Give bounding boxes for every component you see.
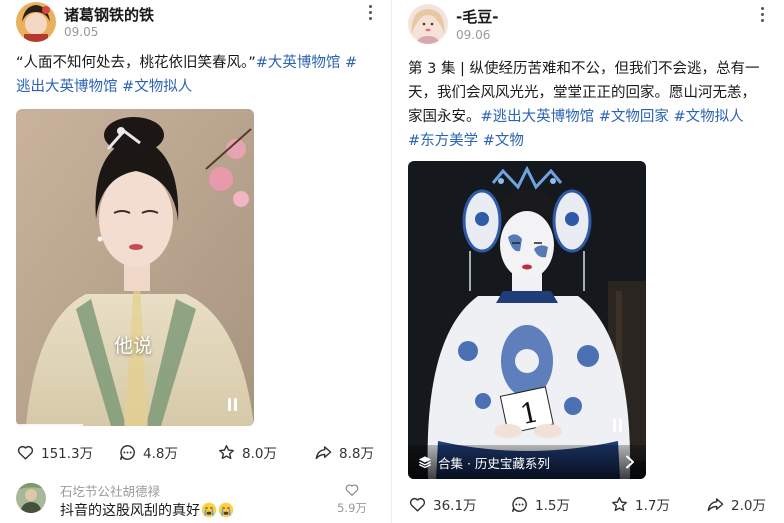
more-options-icon[interactable] — [360, 1, 380, 23]
comment-count: 4.8万 — [143, 446, 178, 462]
commenter-avatar[interactable] — [16, 483, 46, 513]
favorite-button[interactable]: 1.7万 — [610, 494, 670, 514]
hashtag-link[interactable]: # — [340, 55, 357, 71]
comment-button[interactable]: 1.5万 — [510, 494, 570, 514]
collection-bar[interactable]: 合集 · 历史宝藏系列 — [408, 445, 646, 479]
heart-icon — [17, 445, 34, 460]
favorite-count: 8.0万 — [242, 446, 277, 462]
hashtag-link[interactable]: #文物 — [483, 133, 524, 149]
crying-emoji-icon — [201, 502, 217, 518]
content-line: 第 3 集 | 纵使经历苦难和不公，但我们不会逃，总有一 — [408, 57, 774, 81]
content-text: 天，我们会风风光光，堂堂正正的回家。愿山河无恙， — [408, 85, 756, 101]
content-text: “人面不知何处去，桃花依旧笑春风。” — [16, 55, 256, 71]
like-count: 151.3万 — [41, 446, 94, 462]
post-actions: 151.3万 4.8万 8.0万 8.8万 — [16, 442, 378, 464]
like-count: 36.1万 — [433, 498, 477, 514]
comment-author[interactable]: 石圪节公社胡德禄 — [60, 481, 160, 500]
hashtag-link[interactable]: 逃出大英博物馆 — [16, 79, 118, 95]
like-button[interactable]: 151.3万 — [16, 442, 93, 462]
share-icon — [707, 497, 724, 511]
post-video[interactable]: 他说 — [16, 109, 254, 426]
post-content: “人面不知何处去，桃花依旧笑春风。”#大英博物馆 # 逃出大英博物馆 #文物拟人 — [16, 51, 378, 99]
heart-icon — [345, 484, 359, 496]
hashtag-link[interactable]: #文物拟人 — [122, 79, 192, 95]
hashtag-link[interactable]: #文物回家 — [599, 109, 669, 125]
video-caption: 他说 — [114, 335, 153, 357]
comment-icon — [120, 444, 135, 460]
avatar[interactable] — [408, 4, 448, 44]
collection-label: 合集 · 历史宝藏系列 — [438, 455, 550, 471]
post-card: -毛豆- 09.06 第 3 集 | 纵使经历苦难和不公，但我们不会逃，总有一天… — [392, 0, 784, 523]
video-progress-bar[interactable] — [16, 424, 83, 426]
share-count: 8.8万 — [339, 446, 374, 462]
comment-like-count: 5.9万 — [337, 501, 367, 515]
video-thumbnail — [16, 109, 254, 426]
star-icon — [219, 444, 234, 459]
pause-icon[interactable] — [228, 398, 237, 411]
crying-emoji-icon — [218, 502, 234, 518]
share-button[interactable]: 8.8万 — [314, 442, 374, 462]
content-line: 家国永安。#逃出大英博物馆 #文物回家 #文物拟人 — [408, 105, 774, 129]
comment-text: 抖音的这股风刮的真好 — [60, 500, 234, 520]
content-line: “人面不知何处去，桃花依旧笑春风。”#大英博物馆 # — [16, 51, 378, 75]
share-icon — [315, 445, 332, 459]
post-date: 09.06 — [456, 28, 491, 42]
content-line: 逃出大英博物馆 #文物拟人 — [16, 75, 378, 99]
hashtag-link[interactable]: #文物拟人 — [674, 109, 744, 125]
hashtag-link[interactable]: #逃出大英博物馆 — [481, 109, 595, 125]
content-line: 天，我们会风风光光，堂堂正正的回家。愿山河无恙， — [408, 81, 774, 105]
avatar[interactable] — [16, 2, 56, 42]
heart-icon — [409, 497, 426, 512]
comment-text-content: 抖音的这股风刮的真好 — [60, 503, 200, 519]
username[interactable]: -毛豆- — [456, 6, 498, 27]
hashtag-link[interactable]: #大英博物馆 — [256, 55, 341, 71]
content-text: 第 3 集 | 纵使经历苦难和不公，但我们不会逃，总有一 — [408, 61, 760, 77]
share-button[interactable]: 2.0万 — [706, 494, 766, 514]
favorite-button[interactable]: 8.0万 — [217, 442, 277, 462]
layers-icon — [418, 456, 432, 469]
like-button[interactable]: 36.1万 — [408, 494, 477, 514]
username[interactable]: 诸葛钢铁的铁 — [64, 4, 154, 25]
comment-icon — [512, 496, 527, 512]
content-text: 家国永安。 — [408, 109, 481, 125]
chevron-right-icon — [626, 455, 634, 469]
video-thumbnail: 1 — [408, 161, 646, 479]
hashtag-link[interactable]: #东方美学 — [408, 133, 478, 149]
pause-icon[interactable] — [613, 419, 622, 432]
comment-count: 1.5万 — [535, 498, 570, 514]
favorite-count: 1.7万 — [635, 498, 670, 514]
more-options-icon[interactable] — [752, 3, 772, 25]
post-date: 09.05 — [64, 25, 99, 39]
post-video[interactable]: 1 合集 · 历史宝藏系列 — [408, 161, 646, 479]
post-content: 第 3 集 | 纵使经历苦难和不公，但我们不会逃，总有一 天，我们会风风光光，堂堂… — [408, 57, 774, 153]
content-line: #东方美学 #文物 — [408, 129, 774, 153]
share-count: 2.0万 — [731, 498, 766, 514]
star-icon — [612, 496, 627, 511]
post-actions: 36.1万 1.5万 1.7万 2.0万 — [408, 494, 774, 516]
comment-like-button[interactable]: 5.9万 — [337, 482, 367, 516]
post-card: 诸葛钢铁的铁 09.05 “人面不知何处去，桃花依旧笑春风。”#大英博物馆 # 逃… — [0, 0, 392, 523]
comment-button[interactable]: 4.8万 — [118, 442, 178, 462]
